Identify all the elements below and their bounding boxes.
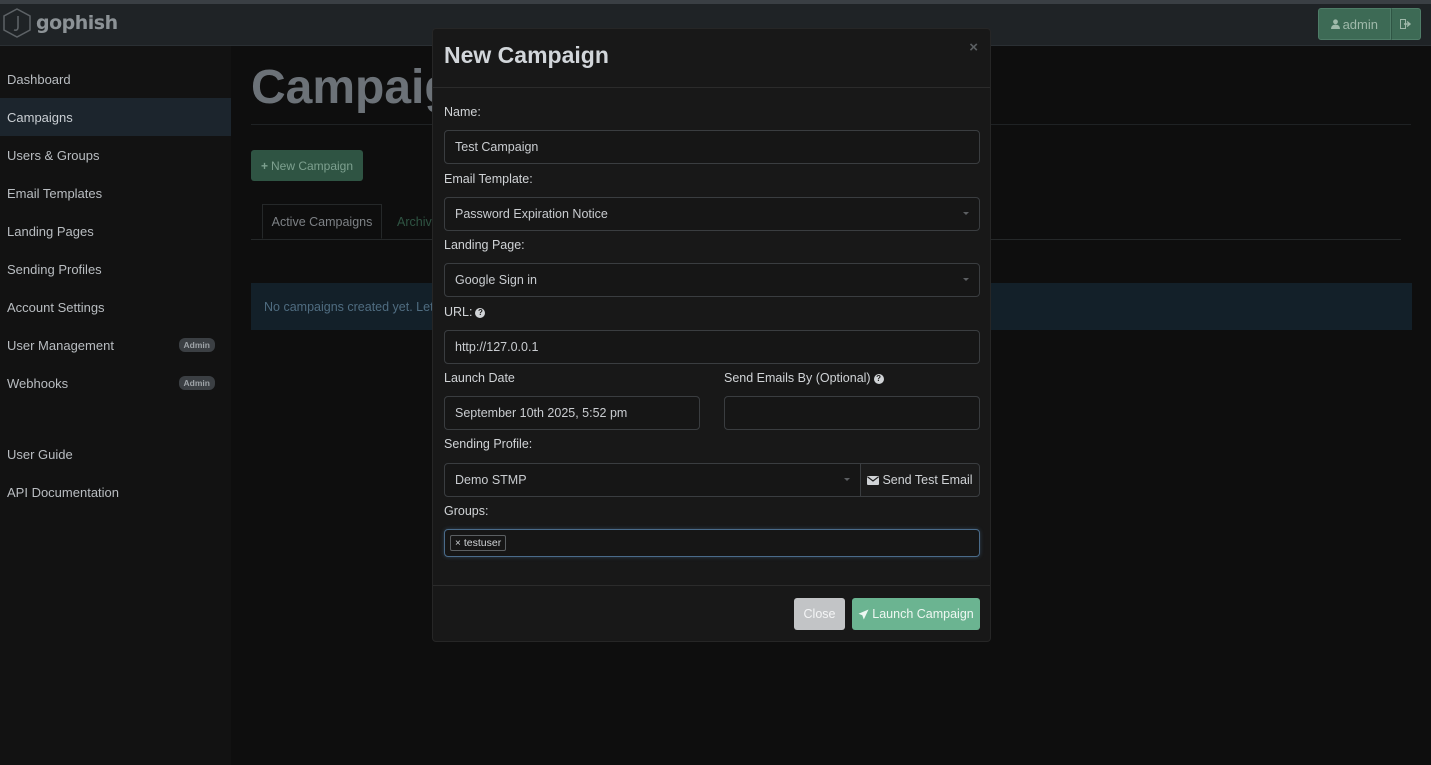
landing-page-value: Google Sign in bbox=[455, 273, 538, 287]
gophish-logo-icon bbox=[3, 8, 31, 38]
landing-page-select[interactable]: Google Sign in bbox=[444, 263, 980, 297]
sidebar-item-label: Landing Pages bbox=[7, 223, 94, 239]
logo[interactable]: gophish bbox=[3, 8, 118, 38]
question-circle-icon[interactable]: ? bbox=[475, 308, 486, 318]
tab-archived-campaigns[interactable]: Archiv bbox=[397, 204, 432, 239]
sending-profile-select[interactable]: Demo STMP bbox=[444, 463, 861, 497]
sending-profile-label: Sending Profile: bbox=[444, 437, 533, 451]
email-template-select[interactable]: Password Expiration Notice bbox=[444, 197, 980, 231]
question-circle-icon[interactable]: ? bbox=[873, 374, 884, 384]
chevron-down-icon bbox=[963, 212, 969, 215]
send-by-input[interactable] bbox=[724, 396, 980, 430]
admin-label: admin bbox=[1342, 16, 1378, 32]
url-value: http://127.0.0.1 bbox=[455, 340, 539, 354]
rocket-icon bbox=[858, 609, 869, 619]
admin-button[interactable]: admin bbox=[1317, 8, 1391, 40]
url-label: URL: bbox=[444, 305, 473, 319]
app-name: gophish bbox=[36, 12, 118, 34]
tab-label: Active Campaigns bbox=[271, 214, 373, 229]
sidebar-item-label: Dashboard bbox=[7, 71, 71, 87]
sidebar-item-sending-profiles[interactable]: Sending Profiles bbox=[0, 250, 231, 288]
modal-header: New Campaign × bbox=[433, 29, 990, 88]
admin-badge: Admin bbox=[178, 376, 215, 390]
new-campaign-label: New Campaign bbox=[270, 158, 354, 173]
modal-title: New Campaign bbox=[444, 42, 609, 68]
page-title: Campaig bbox=[251, 61, 454, 114]
close-button[interactable]: Close bbox=[794, 598, 845, 630]
envelope-icon bbox=[867, 475, 880, 485]
sidebar-item-label: User Guide bbox=[7, 446, 73, 462]
sidebar-item-users-groups[interactable]: Users & Groups bbox=[0, 136, 231, 174]
sign-out-icon bbox=[1400, 19, 1412, 29]
sending-profile-value: Demo STMP bbox=[455, 473, 527, 487]
sidebar: Dashboard Campaigns Users & Groups Email… bbox=[0, 46, 232, 765]
launch-date-value: September 10th 2025, 5:52 pm bbox=[455, 406, 628, 420]
tab-label: Archiv bbox=[397, 214, 432, 229]
groups-label: Groups: bbox=[444, 504, 489, 518]
sidebar-item-label: User Management bbox=[7, 337, 114, 353]
landing-page-label: Landing Page: bbox=[444, 238, 525, 252]
sidebar-item-dashboard[interactable]: Dashboard bbox=[0, 60, 231, 98]
name-label: Name: bbox=[444, 105, 481, 119]
name-input[interactable]: Test Campaign bbox=[444, 130, 980, 164]
modal-footer-divider bbox=[433, 585, 990, 586]
user-menu: admin bbox=[1317, 8, 1421, 40]
launch-date-input[interactable]: September 10th 2025, 5:52 pm bbox=[444, 396, 700, 430]
sidebar-item-user-guide[interactable]: User Guide bbox=[0, 435, 231, 473]
launch-campaign-button[interactable]: Launch Campaign bbox=[852, 598, 980, 630]
sidebar-item-user-management[interactable]: User Management Admin bbox=[0, 326, 231, 364]
new-campaign-button[interactable]: + New Campaign bbox=[251, 150, 363, 181]
sidebar-item-landing-pages[interactable]: Landing Pages bbox=[0, 212, 231, 250]
sidebar-item-campaigns[interactable]: Campaigns bbox=[0, 98, 231, 136]
tab-active-campaigns[interactable]: Active Campaigns bbox=[262, 204, 382, 239]
email-template-value: Password Expiration Notice bbox=[455, 207, 608, 221]
sidebar-item-label: Account Settings bbox=[7, 299, 105, 315]
new-campaign-modal: New Campaign × Name: Test Campaign Email… bbox=[432, 28, 991, 642]
url-input[interactable]: http://127.0.0.1 bbox=[444, 330, 980, 364]
sidebar-item-email-templates[interactable]: Email Templates bbox=[0, 174, 231, 212]
plus-icon: + bbox=[260, 158, 268, 173]
chevron-down-icon bbox=[844, 478, 850, 481]
close-icon[interactable]: × bbox=[969, 39, 978, 56]
remove-tag-icon[interactable]: × bbox=[455, 538, 461, 549]
groups-input[interactable]: × testuser bbox=[444, 529, 980, 557]
sidebar-item-label: Email Templates bbox=[7, 185, 103, 201]
logout-button[interactable] bbox=[1391, 8, 1421, 40]
admin-badge: Admin bbox=[178, 338, 215, 352]
send-test-email-label: Send Test Email bbox=[882, 473, 973, 487]
sidebar-item-label: Sending Profiles bbox=[7, 261, 102, 277]
sidebar-item-webhooks[interactable]: Webhooks Admin bbox=[0, 364, 231, 402]
email-template-label: Email Template: bbox=[444, 172, 533, 186]
launch-date-label: Launch Date bbox=[444, 371, 515, 385]
chevron-down-icon bbox=[963, 278, 969, 281]
sidebar-item-label: Campaigns bbox=[7, 109, 73, 125]
send-by-label-row: Send Emails By (Optional)? bbox=[724, 371, 884, 385]
sidebar-item-label: API Documentation bbox=[7, 484, 120, 500]
url-label-row: URL:? bbox=[444, 305, 486, 319]
sidebar-item-label: Users & Groups bbox=[7, 147, 100, 163]
send-test-email-button[interactable]: Send Test Email bbox=[860, 463, 980, 497]
send-by-label: Send Emails By (Optional) bbox=[724, 371, 871, 385]
sidebar-item-account-settings[interactable]: Account Settings bbox=[0, 288, 231, 326]
user-icon bbox=[1330, 19, 1340, 29]
sidebar-item-api-documentation[interactable]: API Documentation bbox=[0, 473, 231, 511]
alert-text: No campaigns created yet. Let's bbox=[264, 299, 443, 314]
group-tag-label: testuser bbox=[463, 537, 502, 549]
launch-campaign-label: Launch Campaign bbox=[872, 607, 974, 621]
name-value: Test Campaign bbox=[455, 140, 539, 154]
group-tag[interactable]: × testuser bbox=[450, 535, 507, 551]
sidebar-item-label: Webhooks bbox=[7, 375, 69, 391]
